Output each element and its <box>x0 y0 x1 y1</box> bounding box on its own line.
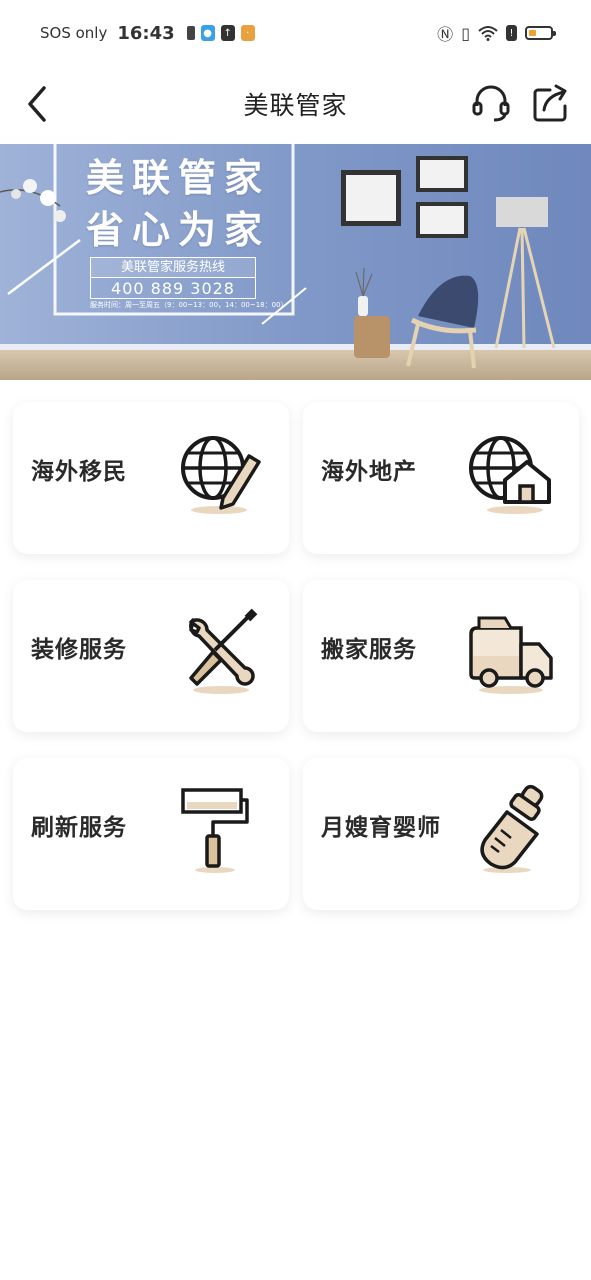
service-card-renovation[interactable]: 装修服务 <box>13 580 289 732</box>
nav-bar: 美联管家 <box>0 66 591 142</box>
promo-banner[interactable]: 美联管家 省心为家 美联管家服务热线 400 889 3028 服务时间：周一至… <box>0 144 591 380</box>
baby-bottle-icon <box>480 784 544 873</box>
hotline-box: 美联管家服务热线 400 889 3028 <box>90 257 256 299</box>
service-label: 海外地产 <box>321 459 417 485</box>
status-bar: SOS only 16:43 ● ↑ · Ⓝ ▯ ! <box>0 0 591 66</box>
service-hours: 服务时间：周一至周五（9：00~13：00，14：00~18：00） <box>90 301 288 309</box>
carrier-label: SOS only <box>40 24 108 42</box>
service-label: 海外移民 <box>31 459 127 485</box>
globe-house-icon <box>469 436 551 514</box>
vibrate-icon: ▯ <box>461 23 470 43</box>
service-label: 月嫂育婴师 <box>321 815 441 841</box>
share-icon[interactable] <box>530 82 570 124</box>
service-grid: 海外移民 海外地产 装修服务 搬家服务 刷新服务 月嫂育婴师 <box>13 402 579 910</box>
battery-level <box>529 30 537 36</box>
paint-roller-icon <box>181 788 249 873</box>
battery-saver-icon <box>186 26 195 40</box>
hotline-number[interactable]: 400 889 3028 <box>91 278 255 299</box>
banner-title-line1: 美联管家 <box>86 155 271 200</box>
service-label: 装修服务 <box>31 637 127 663</box>
banner-title: 美联管家 省心为家 <box>86 152 270 256</box>
service-card-nanny[interactable]: 月嫂育婴师 <box>303 758 579 910</box>
service-card-moving[interactable]: 搬家服务 <box>303 580 579 732</box>
headset-icon[interactable] <box>470 82 512 124</box>
tools-icon <box>189 608 258 694</box>
battery-icon <box>525 26 556 40</box>
app-notification-icon: · <box>240 25 255 41</box>
clock: 16:43 <box>117 22 175 44</box>
wifi-icon <box>478 26 498 41</box>
service-label: 搬家服务 <box>321 637 417 663</box>
chat-app-icon: ● <box>200 25 215 41</box>
globe-pencil-icon <box>181 436 261 514</box>
chevron-left-icon[interactable] <box>20 82 54 126</box>
hotline-label: 美联管家服务热线 <box>91 258 255 278</box>
service-card-painting[interactable]: 刷新服务 <box>13 758 289 910</box>
service-card-immigration[interactable]: 海外移民 <box>13 402 289 554</box>
status-bar-right: Ⓝ ▯ ! <box>437 21 556 45</box>
moving-truck-icon <box>469 616 553 694</box>
alert-icon: ! <box>506 25 517 41</box>
upload-icon: ↑ <box>220 25 235 41</box>
nfc-icon: Ⓝ <box>437 25 454 44</box>
page-title: 美联管家 <box>243 91 348 120</box>
service-label: 刷新服务 <box>31 815 127 841</box>
service-card-overseas-property[interactable]: 海外地产 <box>303 402 579 554</box>
status-bar-left: SOS only 16:43 ● ↑ · <box>40 23 255 44</box>
banner-title-line2: 省心为家 <box>86 207 271 252</box>
